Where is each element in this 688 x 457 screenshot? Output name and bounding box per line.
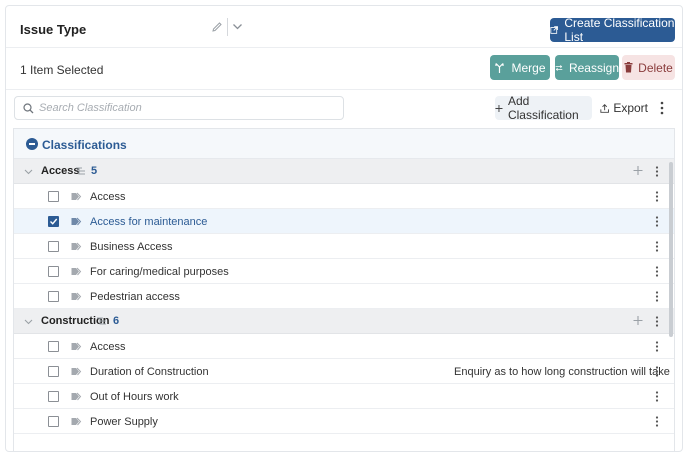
list-item[interactable]: Duration of Construction Enquiry as to h… (14, 359, 674, 384)
tag-icon (71, 392, 82, 401)
tag-icon (71, 367, 82, 376)
hierarchy-icon (76, 167, 85, 175)
add-item-plus-icon[interactable] (633, 165, 643, 176)
list-item[interactable]: Business Access (14, 234, 674, 259)
row-more-icon[interactable] (652, 415, 662, 428)
tag-icon (71, 417, 82, 426)
upload-icon (600, 103, 609, 113)
reassign-label: Reassign (568, 60, 619, 75)
row-checkbox[interactable] (48, 416, 59, 427)
row-checkbox[interactable] (48, 291, 59, 302)
row-checkbox[interactable] (48, 341, 59, 352)
chevron-down-icon[interactable] (232, 21, 243, 32)
tag-icon (71, 192, 82, 201)
merge-icon (495, 62, 505, 73)
item-description: Enquiry as to how long construction will… (454, 366, 670, 378)
item-label: Power Supply (90, 416, 158, 428)
row-checkbox[interactable] (48, 266, 59, 277)
add-classification-button[interactable]: Add Classification (495, 94, 592, 122)
add-item-plus-icon[interactable] (633, 315, 643, 326)
list-item[interactable]: For caring/medical purposes (14, 259, 674, 284)
row-more-icon[interactable] (652, 190, 662, 203)
table-scrollbar[interactable] (669, 162, 673, 337)
tag-icon (71, 342, 82, 351)
plus-icon (495, 104, 503, 112)
item-label: Access for maintenance (90, 216, 208, 228)
tag-icon (71, 217, 82, 226)
list-item[interactable]: Power Supply (14, 409, 674, 434)
list-item-selected[interactable]: Access for maintenance (14, 209, 674, 234)
row-more-icon[interactable] (652, 290, 662, 303)
check-icon (50, 218, 58, 225)
chevron-down-icon[interactable] (24, 317, 33, 326)
selection-bar: 1 Item Selected Merge Reassign Delete (6, 48, 682, 90)
swap-arrows-icon (555, 64, 563, 71)
more-options-icon[interactable] (656, 100, 668, 116)
group-more-icon[interactable] (652, 165, 662, 178)
issue-type-card: Issue Type Create Classification List 1 … (5, 5, 683, 452)
delete-label: Delete (638, 60, 673, 75)
card-header: Issue Type Create Classification List (6, 6, 682, 48)
row-more-icon[interactable] (652, 340, 662, 353)
list-item[interactable]: Out of Hours work (14, 384, 674, 409)
group-more-icon[interactable] (652, 315, 662, 328)
trash-icon (624, 62, 633, 73)
delete-button[interactable]: Delete (622, 55, 675, 80)
export-button[interactable]: Export (600, 96, 648, 120)
row-more-icon[interactable] (652, 365, 662, 378)
group-count: 5 (91, 165, 98, 177)
collapse-minus-icon[interactable] (26, 138, 38, 150)
edit-pencil-icon[interactable] (211, 21, 223, 33)
chevron-down-icon[interactable] (24, 167, 33, 176)
group-row-construction[interactable]: Construction 6 (14, 309, 674, 334)
row-checkbox[interactable] (48, 241, 59, 252)
tag-icon (71, 242, 82, 251)
item-label: Duration of Construction (90, 366, 209, 378)
page-title: Issue Type (20, 22, 87, 37)
selection-status: 1 Item Selected (20, 63, 104, 77)
list-item[interactable]: Access (14, 184, 674, 209)
group-count: 6 (113, 315, 120, 327)
item-label: Access (90, 191, 126, 203)
row-checkbox-checked[interactable] (48, 216, 59, 227)
group-row-access[interactable]: Access 5 (14, 159, 674, 184)
external-link-icon (550, 26, 558, 34)
item-label: Access (90, 341, 126, 353)
row-more-icon[interactable] (652, 390, 662, 403)
item-label: Pedestrian access (90, 291, 180, 303)
merge-label: Merge (511, 60, 546, 75)
tag-icon (71, 292, 82, 301)
add-classification-label: Add Classification (507, 94, 579, 122)
search-icon (23, 103, 34, 114)
list-item[interactable]: Pedestrian access (14, 284, 674, 309)
classifications-header[interactable]: Classifications (14, 129, 674, 159)
tag-icon (71, 267, 82, 276)
search-input[interactable] (39, 100, 339, 116)
row-more-icon[interactable] (652, 265, 662, 278)
search-box (14, 96, 344, 120)
row-more-icon[interactable] (652, 215, 662, 228)
create-classification-list-button[interactable]: Create Classification List (550, 16, 675, 44)
row-checkbox[interactable] (48, 391, 59, 402)
list-item[interactable]: Access (14, 334, 674, 359)
create-button-label: Create Classification List (564, 16, 675, 44)
row-more-icon[interactable] (652, 240, 662, 253)
row-checkbox[interactable] (48, 366, 59, 377)
row-checkbox[interactable] (48, 191, 59, 202)
export-label: Export (613, 101, 648, 115)
item-label: For caring/medical purposes (90, 266, 229, 278)
item-label: Out of Hours work (90, 391, 179, 403)
merge-button[interactable]: Merge (490, 55, 550, 80)
classifications-title: Classifications (42, 138, 127, 152)
header-divider (227, 18, 228, 36)
group-name: Access (41, 165, 80, 177)
classifications-table: Classifications Access 5 Access Access f… (13, 128, 675, 451)
hierarchy-icon (97, 317, 106, 325)
item-label: Business Access (90, 241, 173, 253)
reassign-button[interactable]: Reassign (555, 55, 619, 80)
